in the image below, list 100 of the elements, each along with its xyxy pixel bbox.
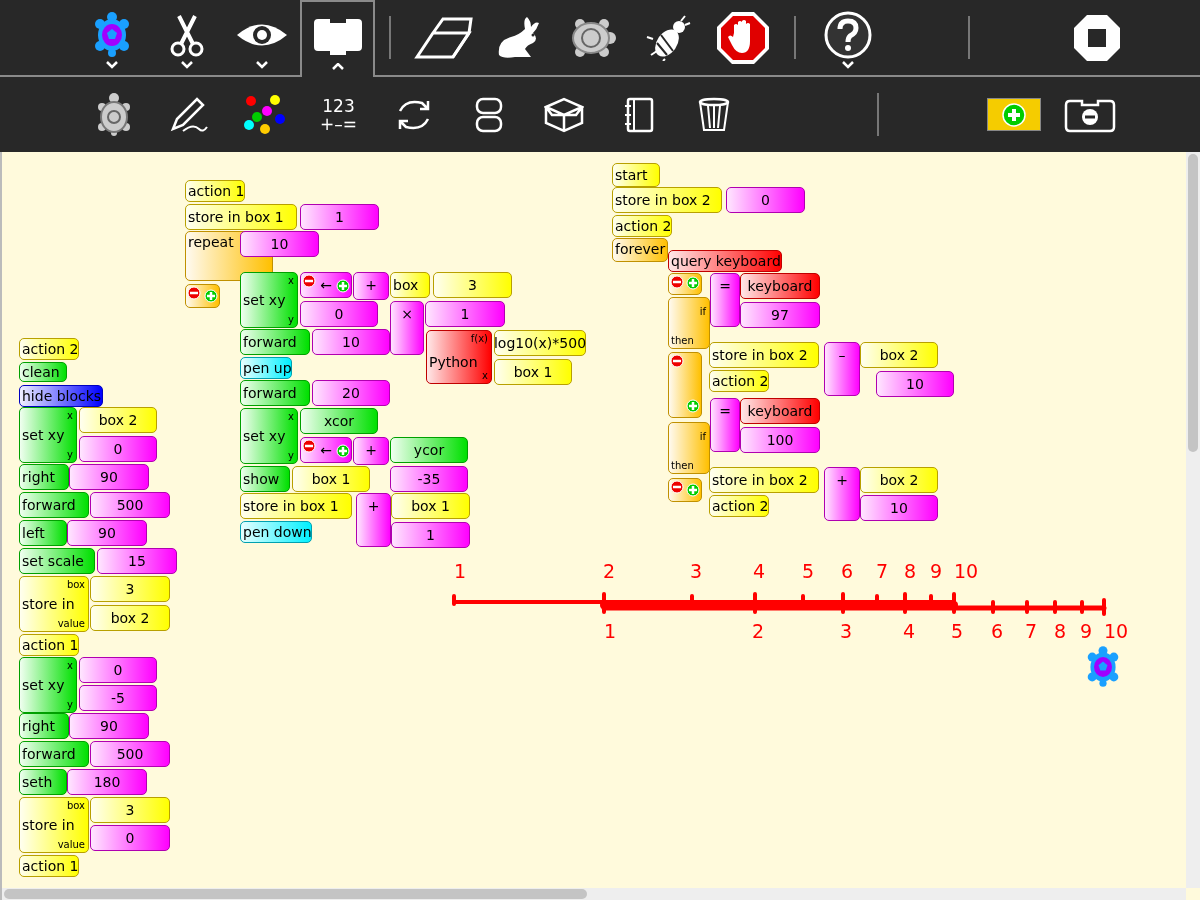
motion-block[interactable]: set scale (19, 548, 95, 574)
number-block[interactable]: -35 (390, 466, 468, 492)
plus-icon (686, 276, 700, 290)
operator-block[interactable]: = (710, 273, 740, 327)
number-block[interactable]: 10 (860, 495, 938, 521)
motion-block[interactable]: forward (19, 741, 89, 767)
sensor-block[interactable]: query keyboard (668, 250, 782, 272)
number-block[interactable]: 500 (90, 492, 170, 518)
flow-end-block[interactable] (668, 352, 702, 418)
sensor-block[interactable]: keyboard (740, 273, 820, 299)
motion-block[interactable]: show (240, 466, 290, 492)
operator-block[interactable]: + (824, 467, 860, 521)
scroll-thumb[interactable] (4, 889, 587, 899)
number-block[interactable]: 0 (79, 657, 157, 683)
variable-block[interactable]: box 2 (90, 605, 170, 631)
pen-block[interactable]: pen up (240, 357, 292, 379)
number-block[interactable]: 10 (312, 329, 390, 355)
variable-block[interactable]: box 1 (391, 493, 470, 519)
motion-block[interactable]: x set xy y (240, 272, 298, 328)
number-block[interactable]: 1 (300, 204, 379, 230)
variable-block[interactable]: box 2 (860, 342, 938, 368)
flow-block[interactable]: forever (612, 238, 668, 262)
operator-block[interactable]: × (390, 301, 424, 355)
operator-block[interactable]: + (356, 493, 391, 547)
horizontal-scrollbar[interactable] (2, 888, 1186, 900)
toolbar-button[interactable] (300, 0, 375, 77)
operator-block[interactable]: ← (300, 437, 352, 463)
variable-block[interactable]: box 2 (860, 467, 938, 493)
motion-block[interactable]: right (19, 464, 69, 490)
action-block[interactable]: action 1 (185, 180, 245, 202)
number-block[interactable]: 10 (876, 371, 954, 397)
scroll-thumb[interactable] (1188, 154, 1198, 452)
number-block[interactable]: 15 (97, 548, 177, 574)
motion-block[interactable]: left (19, 520, 67, 546)
number-block[interactable]: 1 (425, 301, 505, 327)
motion-block[interactable]: xcor (300, 408, 378, 434)
number-block[interactable]: 90 (69, 464, 149, 490)
motion-block[interactable]: right (19, 713, 69, 739)
motion-block[interactable]: forward (19, 492, 89, 518)
variable-block[interactable]: log10(x)*500 (494, 330, 586, 356)
number-block[interactable]: 97 (740, 302, 820, 328)
operator-block[interactable]: = (710, 398, 740, 452)
store-block[interactable]: box store in value (19, 576, 89, 632)
variable-block[interactable]: box 2 (79, 407, 157, 433)
operator-block[interactable]: + (353, 437, 389, 465)
store-block[interactable]: store in box 1 (185, 204, 297, 230)
operator-block[interactable]: ← (300, 272, 352, 298)
action-block[interactable]: action 2 (709, 495, 769, 517)
python-block[interactable]: f(x) Python x (426, 330, 492, 384)
variable-block[interactable]: 3 (90, 797, 170, 823)
vertical-scrollbar[interactable] (1186, 152, 1200, 888)
number-block[interactable]: 90 (69, 713, 149, 739)
motion-block[interactable]: x set xy y (19, 407, 77, 463)
number-block[interactable]: 180 (67, 769, 147, 795)
action-block[interactable]: action 1 (19, 855, 79, 877)
variable-block[interactable]: box 1 (494, 359, 572, 385)
variable-block[interactable]: 3 (433, 272, 512, 298)
motion-block[interactable]: seth (19, 769, 67, 795)
number-block[interactable]: 10 (240, 231, 319, 257)
store-block[interactable]: store in box 2 (709, 342, 819, 368)
motion-block[interactable]: clean (19, 362, 67, 382)
number-block[interactable]: 0 (79, 436, 157, 462)
action-block[interactable]: action 1 (19, 634, 79, 656)
flow-block[interactable]: if then (668, 297, 710, 349)
motion-block[interactable]: ycor (390, 437, 468, 463)
flow-end-block[interactable] (668, 478, 702, 502)
action-block[interactable]: action 2 (612, 215, 672, 237)
action-block[interactable]: action 2 (709, 370, 769, 392)
store-block[interactable]: store in box 2 (612, 187, 722, 213)
action-block[interactable]: start (612, 163, 660, 187)
flow-block[interactable]: if then (668, 422, 710, 474)
number-block[interactable]: -5 (79, 685, 157, 711)
store-block[interactable]: box (390, 272, 430, 298)
variable-block[interactable]: 3 (90, 576, 170, 602)
sensor-block[interactable]: keyboard (740, 398, 820, 424)
number-block[interactable]: 500 (90, 741, 170, 767)
number-block[interactable]: 20 (312, 380, 390, 406)
variable-block[interactable]: box 1 (292, 466, 370, 492)
numbers-button[interactable]: 123 +–= (301, 77, 376, 152)
flow-end-block[interactable] (185, 284, 220, 308)
number-block[interactable]: 0 (90, 825, 170, 851)
number-block[interactable]: 1 (391, 522, 470, 548)
store-block[interactable]: store in box 2 (709, 467, 819, 493)
flow-end-block[interactable] (668, 273, 702, 295)
operator-block[interactable]: + (353, 272, 389, 300)
store-block[interactable]: store in box 1 (240, 493, 352, 519)
number-block[interactable]: 0 (726, 187, 805, 213)
action-block[interactable]: action 2 (19, 338, 79, 360)
motion-block[interactable]: x set xy y (19, 657, 77, 713)
expand-button[interactable] (987, 98, 1041, 131)
operator-block[interactable]: – (824, 342, 860, 396)
store-block[interactable]: box store in value (19, 797, 89, 853)
motion-block[interactable]: forward (240, 329, 310, 355)
pen-block[interactable]: pen down (240, 521, 312, 543)
number-block[interactable]: 90 (67, 520, 147, 546)
motion-block[interactable]: forward (240, 380, 310, 406)
motion-block[interactable]: x set xy y (240, 408, 298, 464)
number-block[interactable]: 100 (740, 427, 820, 453)
extras-block[interactable]: hide blocks (19, 385, 103, 407)
number-block[interactable]: 0 (300, 301, 378, 327)
